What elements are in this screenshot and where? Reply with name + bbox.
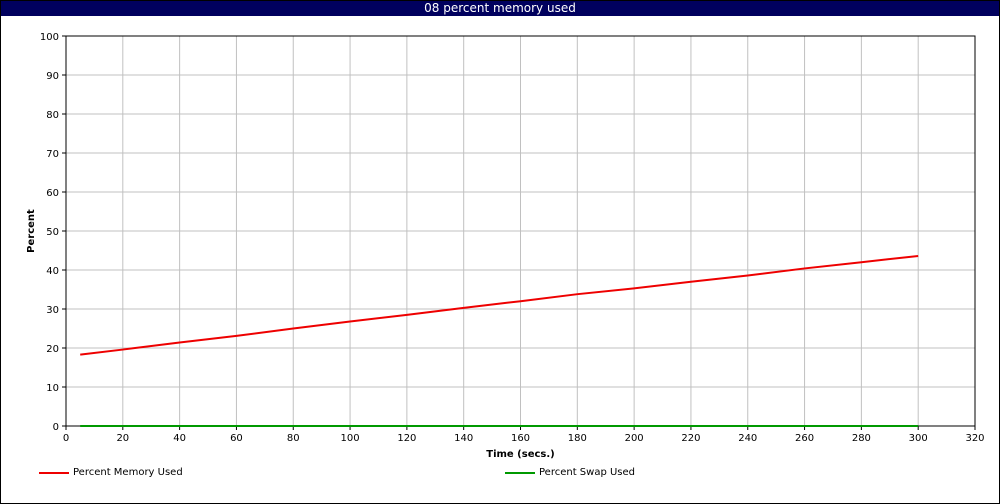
x-tick-label: 280 bbox=[852, 433, 871, 444]
legend-swatch-swap bbox=[505, 471, 535, 474]
legend-label-memory: Percent Memory Used bbox=[73, 467, 183, 478]
y-tick-label: 0 bbox=[53, 422, 59, 433]
tick-labels: 0 20 40 60 80 100 120 140 160 180 200 220 240 260 280 3… bbox=[40, 32, 985, 444]
x-tick-label: 160 bbox=[511, 433, 530, 444]
x-tick-label: 20 bbox=[116, 433, 129, 444]
x-tick-label: 140 bbox=[454, 433, 473, 444]
x-tick-label: 0 bbox=[63, 433, 69, 444]
x-tick-label: 40 bbox=[173, 433, 186, 444]
y-tick-label: 40 bbox=[46, 266, 59, 277]
x-tick-label: 120 bbox=[397, 433, 416, 444]
chart-window: 08 percent memory used 0 20 40 60 80 100 120 14… bbox=[0, 0, 1000, 504]
y-tick-label: 30 bbox=[46, 305, 59, 316]
x-tick-label: 260 bbox=[795, 433, 814, 444]
x-tick-label: 180 bbox=[568, 433, 587, 444]
y-tick-label: 60 bbox=[46, 188, 59, 199]
x-tick-label: 240 bbox=[738, 433, 757, 444]
x-tick-label: 100 bbox=[341, 433, 360, 444]
y-tick-label: 90 bbox=[46, 71, 59, 82]
legend-label-swap: Percent Swap Used bbox=[539, 467, 636, 478]
x-tick-label: 220 bbox=[681, 433, 700, 444]
x-tick-label: 80 bbox=[287, 433, 300, 444]
y-tick-label: 80 bbox=[46, 110, 59, 121]
y-tick-label: 50 bbox=[46, 227, 59, 238]
y-tick-label: 100 bbox=[40, 32, 59, 43]
grid bbox=[65, 35, 976, 427]
y-tick-label: 10 bbox=[46, 383, 59, 394]
x-tick-label: 300 bbox=[909, 433, 928, 444]
x-tick-label: 320 bbox=[965, 433, 984, 444]
y-tick-label: 70 bbox=[46, 149, 59, 160]
y-axis-label: Percent bbox=[26, 209, 37, 253]
legend-item-swap: Percent Swap Used bbox=[505, 467, 635, 478]
y-tick-label: 20 bbox=[46, 344, 59, 355]
legend-item-memory: Percent Memory Used bbox=[39, 467, 183, 478]
series-lines bbox=[80, 254, 919, 427]
x-tick-label: 60 bbox=[230, 433, 243, 444]
x-axis-label: Time (secs.) bbox=[486, 449, 555, 460]
legend-swatch-memory bbox=[39, 471, 69, 474]
x-tick-label: 200 bbox=[625, 433, 644, 444]
line-chart: 0 20 40 60 80 100 120 140 160 180 200 220 240 260 280 3… bbox=[26, 32, 985, 460]
series-line-memory bbox=[80, 254, 919, 356]
